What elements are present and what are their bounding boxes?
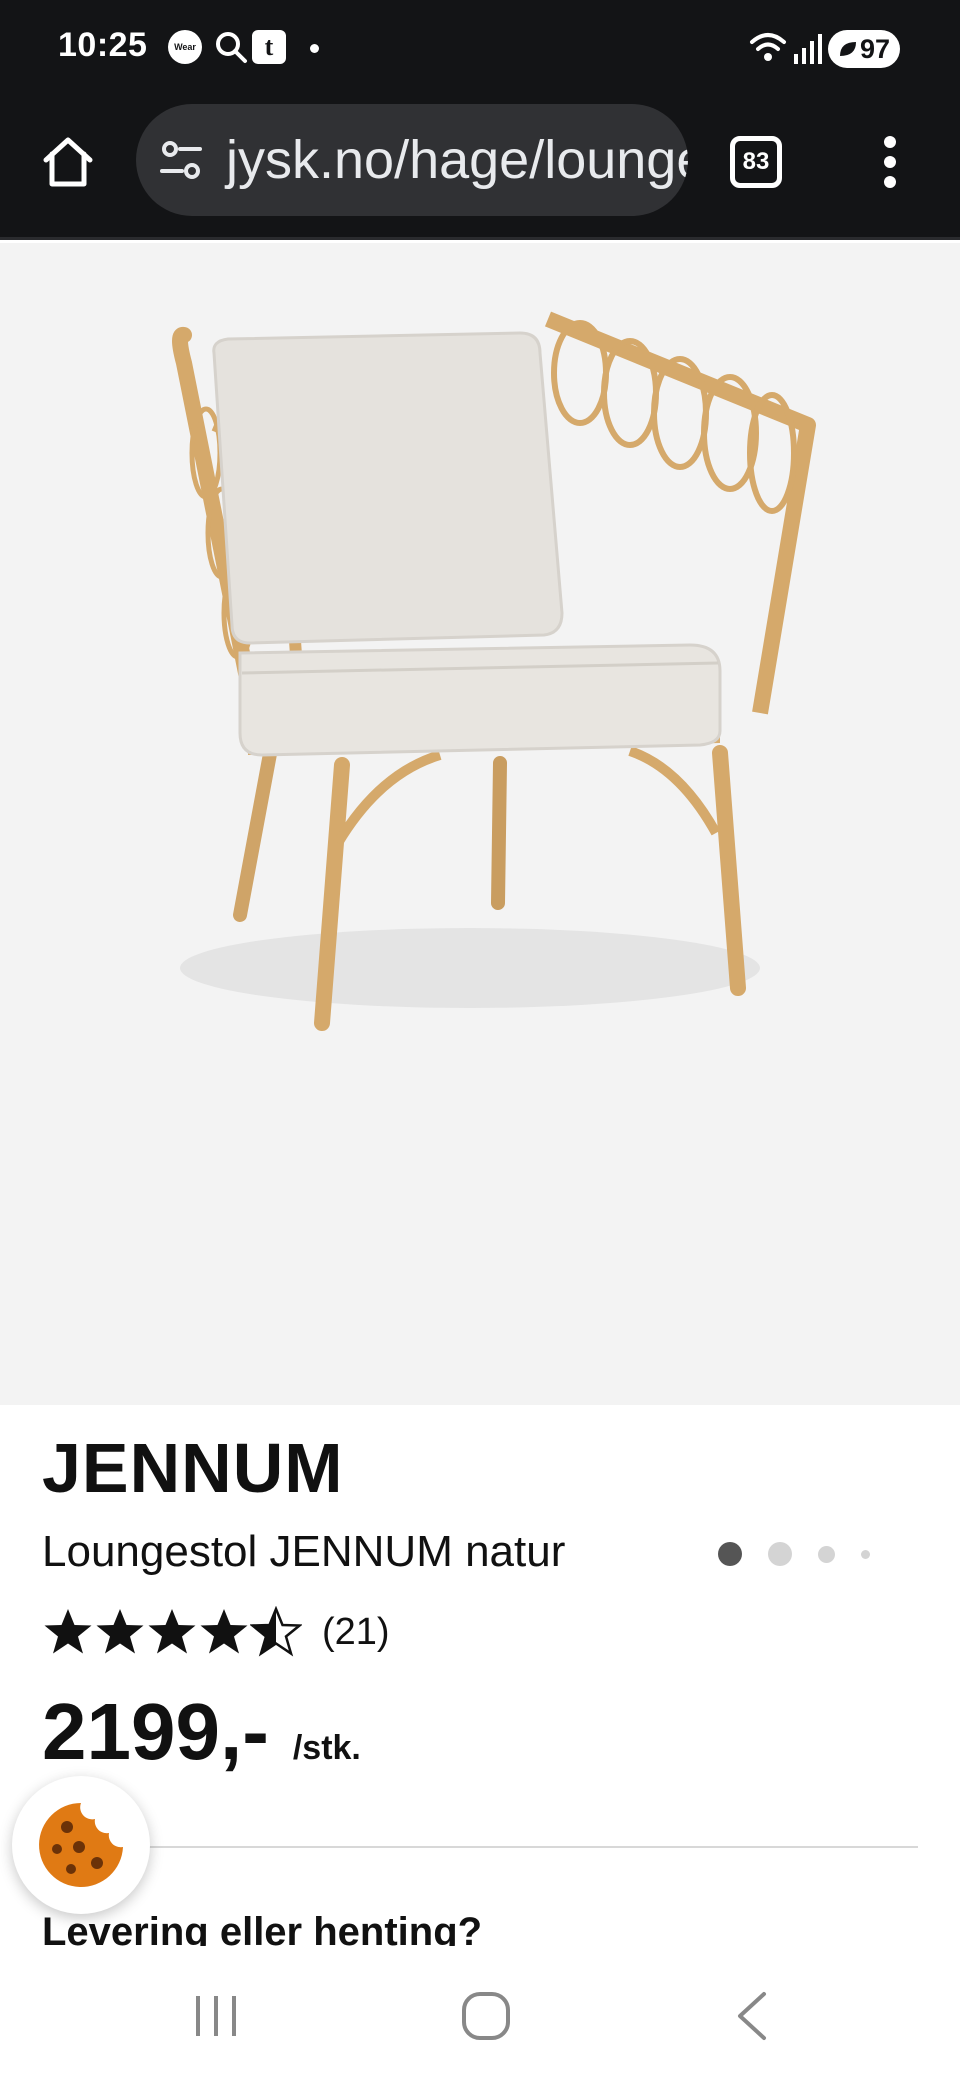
signal-icon bbox=[794, 34, 822, 64]
carousel-dot[interactable] bbox=[818, 1545, 835, 1563]
carousel-dot[interactable] bbox=[718, 1542, 742, 1566]
carousel-indicator[interactable] bbox=[718, 1541, 896, 1567]
price-row: 2199,- /stk. bbox=[42, 1686, 361, 1778]
star-icon bbox=[96, 1609, 144, 1654]
back-icon[interactable] bbox=[724, 1986, 784, 2046]
site-settings-icon[interactable] bbox=[158, 137, 204, 183]
search-icon bbox=[216, 32, 247, 63]
star-icon bbox=[44, 1609, 92, 1654]
browser-toolbar: jysk.no/hage/loungemobler 83 bbox=[0, 96, 960, 240]
carousel-dot[interactable] bbox=[861, 1549, 870, 1559]
system-navigation-bar bbox=[0, 1946, 960, 2080]
status-time: 10:25 bbox=[58, 26, 148, 64]
leaf-icon bbox=[839, 42, 856, 56]
recent-apps-icon[interactable] bbox=[186, 1986, 246, 2046]
price-unit: /stk. bbox=[292, 1729, 361, 1767]
home-nav-icon[interactable] bbox=[456, 1986, 516, 2046]
review-count[interactable]: (21) bbox=[322, 1611, 390, 1654]
home-icon[interactable] bbox=[38, 132, 98, 192]
tumblr-icon: t bbox=[252, 30, 286, 64]
wear-icon: Wear bbox=[168, 30, 202, 64]
more-options-icon[interactable] bbox=[870, 132, 910, 192]
carousel-dot[interactable] bbox=[768, 1542, 792, 1566]
status-bar: 10:25 Wear t 97 bbox=[0, 0, 960, 96]
half-star-icon bbox=[250, 1606, 302, 1657]
cookie-settings-button[interactable] bbox=[12, 1776, 150, 1914]
product-name: Loungestol JENNUM natur bbox=[42, 1527, 566, 1576]
url-text: jysk.no/hage/loungemobler bbox=[226, 130, 688, 190]
divider bbox=[42, 1846, 918, 1848]
product-image bbox=[172, 311, 816, 1031]
url-bar[interactable]: jysk.no/hage/loungemobler bbox=[136, 104, 688, 216]
price: 2199,- bbox=[42, 1687, 269, 1776]
product-image-gallery[interactable] bbox=[0, 243, 960, 1566]
tabs-button[interactable]: 83 bbox=[730, 136, 782, 188]
wifi-icon bbox=[750, 33, 786, 61]
cookie-icon bbox=[39, 1803, 124, 1887]
rating-summary[interactable]: (21) bbox=[42, 1606, 390, 1658]
star-icon bbox=[200, 1609, 248, 1654]
battery-icon: 97 bbox=[828, 30, 900, 68]
product-brand: JENNUM bbox=[42, 1429, 344, 1507]
rating-stars bbox=[42, 1606, 302, 1658]
dot-icon bbox=[310, 44, 319, 53]
battery-level: 97 bbox=[859, 33, 891, 64]
star-icon bbox=[148, 1609, 196, 1654]
